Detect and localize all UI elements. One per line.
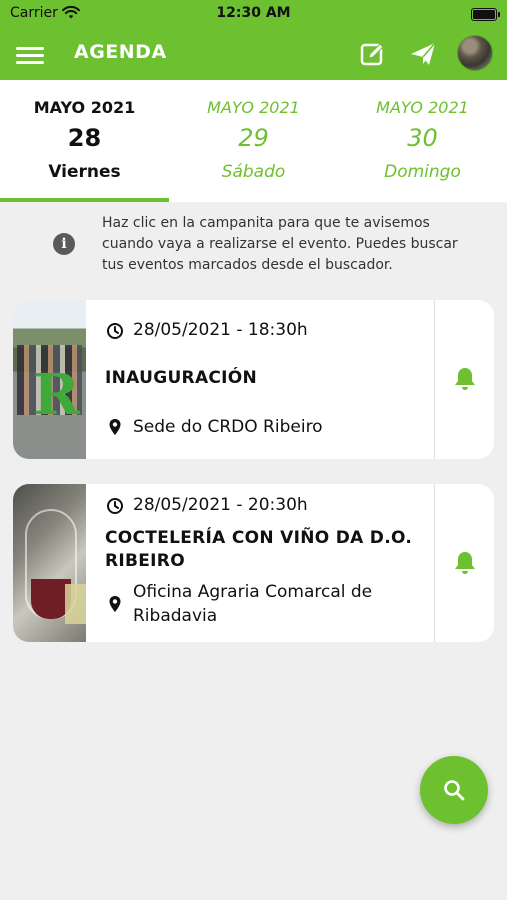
info-text: Haz clic en la campanita para que te avi… xyxy=(102,213,482,276)
tab-day-29[interactable]: MAYO 2021 29 Sábado xyxy=(169,80,338,202)
clock-icon xyxy=(107,323,123,339)
tab-weekday: Sábado xyxy=(221,162,286,182)
event-card[interactable]: 28/05/2021 - 20:30h COCTELERÍA CON VIÑO … xyxy=(13,484,494,642)
tab-month: MAYO 2021 xyxy=(207,98,300,117)
menu-icon[interactable] xyxy=(16,43,46,67)
event-title-line: COCTELERÍA CON VIÑO DA D.O. xyxy=(105,528,413,548)
search-icon xyxy=(444,780,465,801)
tab-weekday: Viernes xyxy=(48,162,121,182)
event-place-line: Ribadavia xyxy=(133,606,218,626)
tab-day-28[interactable]: MAYO 2021 28 Viernes xyxy=(0,80,169,202)
event-place-line: Sede do CRDO Ribeiro xyxy=(133,417,323,437)
card-divider xyxy=(434,300,435,459)
status-bar: Carrier 12:30 AM xyxy=(0,0,507,30)
event-title: COCTELERÍA CON VIÑO DA D.O. RIBEIRO xyxy=(105,527,412,573)
date-tabs: MAYO 2021 28 Viernes MAYO 2021 29 Sábado… xyxy=(0,80,507,202)
location-pin-icon xyxy=(109,596,121,612)
bell-icon[interactable] xyxy=(452,550,478,576)
info-line: Haz clic en la campanita para que te avi… xyxy=(102,215,430,231)
tab-day-number: 29 xyxy=(238,124,269,152)
bell-icon[interactable] xyxy=(452,366,478,392)
card-divider xyxy=(434,484,435,642)
info-line: tus eventos marcados desde el buscador. xyxy=(102,257,393,273)
location-pin-icon xyxy=(109,419,121,435)
event-title: INAUGURACIÓN xyxy=(105,367,257,390)
tab-month: MAYO 2021 xyxy=(376,98,469,117)
event-title-line: RIBEIRO xyxy=(105,551,185,571)
avatar[interactable] xyxy=(457,35,493,71)
active-tab-indicator xyxy=(0,198,169,202)
event-title-line: INAUGURACIÓN xyxy=(105,368,258,388)
send-icon[interactable] xyxy=(409,40,437,68)
status-time: 12:30 AM xyxy=(216,5,291,21)
tab-month: MAYO 2021 xyxy=(33,98,136,117)
page-title: AGENDA xyxy=(74,41,167,63)
event-datetime-text: 28/05/2021 - 18:30h xyxy=(133,320,308,340)
event-place-line: Oficina Agraria Comarcal de xyxy=(133,582,373,602)
event-place: Oficina Agraria Comarcal de Ribadavia xyxy=(133,580,433,628)
event-place: Sede do CRDO Ribeiro xyxy=(133,415,433,439)
event-image: R xyxy=(13,300,86,459)
event-datetime-text: 28/05/2021 - 20:30h xyxy=(133,495,308,515)
clock-icon xyxy=(107,498,123,514)
tab-day-30[interactable]: MAYO 2021 30 Domingo xyxy=(338,80,507,202)
edit-icon[interactable] xyxy=(359,40,387,68)
event-card[interactable]: R 28/05/2021 - 18:30h INAUGURACIÓN Sede … xyxy=(13,300,494,459)
info-icon: i xyxy=(53,233,75,255)
tab-weekday: Domingo xyxy=(384,162,461,182)
app-bar: AGENDA xyxy=(0,30,507,80)
battery-icon xyxy=(471,8,500,21)
info-notice: i Haz clic en la campanita para que te a… xyxy=(0,212,507,278)
info-line: cuando vaya a realizarse el evento. Pued… xyxy=(102,236,458,252)
tab-day-number: 28 xyxy=(67,124,102,152)
search-button[interactable] xyxy=(420,756,488,824)
event-image xyxy=(13,484,86,642)
tab-day-number: 30 xyxy=(407,124,438,152)
